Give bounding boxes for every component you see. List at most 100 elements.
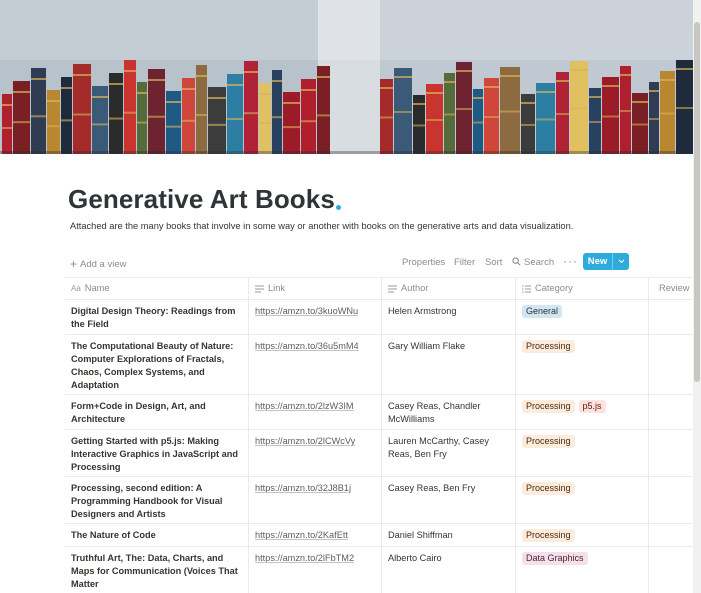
table-header-row: Aa Name Link Author Category Review bbox=[65, 277, 693, 300]
name-cell[interactable]: Form+Code in Design, Art, and Architectu… bbox=[65, 395, 249, 429]
column-header-name[interactable]: Aa Name bbox=[65, 278, 249, 299]
table-row[interactable]: Digital Design Theory: Readings from the… bbox=[65, 300, 693, 335]
spine-band bbox=[660, 79, 675, 81]
spine-band bbox=[301, 120, 316, 123]
spine-band bbox=[570, 69, 588, 71]
column-header-category[interactable]: Category bbox=[516, 278, 649, 299]
spine-band bbox=[413, 103, 425, 105]
column-header-link[interactable]: Link bbox=[249, 278, 382, 299]
amazon-link[interactable]: https://amzn.to/2KafEtt bbox=[255, 530, 348, 540]
spine-band bbox=[521, 124, 535, 126]
author-cell[interactable]: Gary William Flake bbox=[382, 335, 516, 394]
page-title-text: Generative Art Books bbox=[68, 184, 335, 214]
scrollbar[interactable] bbox=[693, 0, 701, 593]
amazon-link[interactable]: https://amzn.to/36u5mM4 bbox=[255, 341, 359, 351]
new-button-label: New bbox=[587, 256, 608, 267]
book-spine bbox=[272, 70, 282, 154]
author-cell[interactable]: Lauren McCarthy, Casey Reas, Ben Fry bbox=[382, 430, 516, 476]
name-cell[interactable]: Digital Design Theory: Readings from the… bbox=[65, 300, 249, 334]
search-button[interactable]: Search bbox=[512, 257, 554, 268]
book-spine bbox=[109, 73, 123, 154]
add-view-button[interactable]: + Add a view bbox=[70, 257, 127, 271]
name-cell[interactable]: Truthful Art, The: Data, Charts, and Map… bbox=[65, 547, 249, 593]
amazon-link[interactable]: https://amzn.to/3kuoWNu bbox=[255, 306, 358, 316]
author-cell[interactable]: Helen Armstrong bbox=[382, 300, 516, 334]
sort-button[interactable]: Sort bbox=[485, 257, 502, 268]
category-cell[interactable]: Processing p5.js bbox=[516, 395, 649, 429]
properties-button[interactable]: Properties bbox=[402, 257, 445, 268]
author-name: Alberto Cairo bbox=[388, 553, 442, 563]
name-cell[interactable]: Processing, second edition: A Programmin… bbox=[65, 477, 249, 523]
table-row[interactable]: Processing, second edition: A Programmin… bbox=[65, 477, 693, 524]
link-cell[interactable]: https://amzn.to/2lzW3IM bbox=[249, 395, 382, 429]
column-header-author[interactable]: Author bbox=[382, 278, 516, 299]
review-cell[interactable] bbox=[649, 395, 693, 429]
book-spine bbox=[2, 94, 12, 154]
category-cell[interactable]: Processing bbox=[516, 430, 649, 476]
title-property-icon: Aa bbox=[71, 284, 81, 293]
link-cell[interactable]: https://amzn.to/32J8B1j bbox=[249, 477, 382, 523]
link-cell[interactable]: https://amzn.to/2lFbTM2 bbox=[249, 547, 382, 593]
review-cell[interactable] bbox=[649, 430, 693, 476]
author-cell[interactable]: Casey Reas, Chandler McWilliams bbox=[382, 395, 516, 429]
author-cell[interactable]: Casey Reas, Ben Fry bbox=[382, 477, 516, 523]
spine-band bbox=[317, 76, 330, 78]
page-title[interactable]: Generative Art Books bbox=[68, 184, 341, 215]
category-cell[interactable]: General bbox=[516, 300, 649, 334]
review-cell[interactable] bbox=[649, 335, 693, 394]
spine-band bbox=[124, 111, 136, 114]
link-cell[interactable]: https://amzn.to/3kuoWNu bbox=[249, 300, 382, 334]
amazon-link[interactable]: https://amzn.to/2lCWcVy bbox=[255, 436, 355, 446]
spine-band bbox=[208, 97, 226, 99]
category-cell[interactable]: Processing bbox=[516, 477, 649, 523]
spine-band bbox=[456, 70, 472, 72]
spine-band bbox=[536, 91, 555, 93]
book-spine bbox=[73, 64, 91, 154]
link-cell[interactable]: https://amzn.to/2lCWcVy bbox=[249, 430, 382, 476]
author-cell[interactable]: Alberto Cairo bbox=[382, 547, 516, 593]
link-cell[interactable]: https://amzn.to/36u5mM4 bbox=[249, 335, 382, 394]
review-cell[interactable] bbox=[649, 300, 693, 334]
multi-select-property-icon bbox=[522, 285, 531, 292]
spine-band bbox=[73, 74, 91, 76]
new-dropdown-chevron-icon[interactable] bbox=[613, 259, 629, 264]
name-cell[interactable]: Getting Started with p5.js: Making Inter… bbox=[65, 430, 249, 476]
amazon-link[interactable]: https://amzn.to/2lzW3IM bbox=[255, 401, 354, 411]
table-row[interactable]: The Nature of Code https://amzn.to/2KafE… bbox=[65, 524, 693, 547]
spine-band bbox=[602, 85, 619, 87]
table-row[interactable]: Getting Started with p5.js: Making Inter… bbox=[65, 430, 693, 477]
book-title: Getting Started with p5.js: Making Inter… bbox=[71, 436, 238, 472]
review-cell[interactable] bbox=[649, 547, 693, 593]
table-row[interactable]: The Computational Beauty of Nature: Comp… bbox=[65, 335, 693, 395]
filter-button[interactable]: Filter bbox=[454, 257, 475, 268]
spine-band bbox=[47, 100, 60, 102]
spine-band bbox=[444, 81, 455, 83]
category-cell[interactable]: Data Graphics bbox=[516, 547, 649, 593]
spine-band bbox=[426, 119, 443, 121]
page-description[interactable]: Attached are the many books that involve… bbox=[70, 221, 573, 231]
book-spine bbox=[196, 65, 207, 154]
amazon-link[interactable]: https://amzn.to/32J8B1j bbox=[255, 483, 351, 493]
spine-band bbox=[124, 70, 136, 72]
table-row[interactable]: Form+Code in Design, Art, and Architectu… bbox=[65, 395, 693, 430]
review-cell[interactable] bbox=[649, 524, 693, 546]
link-cell[interactable]: https://amzn.to/2KafEtt bbox=[249, 524, 382, 546]
amazon-link[interactable]: https://amzn.to/2lFbTM2 bbox=[255, 553, 354, 563]
review-cell[interactable] bbox=[649, 477, 693, 523]
category-cell[interactable]: Processing bbox=[516, 524, 649, 546]
table-row[interactable]: Truthful Art, The: Data, Charts, and Map… bbox=[65, 547, 693, 593]
new-button[interactable]: New bbox=[583, 253, 629, 270]
author-cell[interactable]: Daniel Shiffman bbox=[382, 524, 516, 546]
spine-band bbox=[602, 115, 619, 118]
spine-band bbox=[620, 110, 631, 112]
column-header-review[interactable]: Review bbox=[649, 278, 693, 299]
category-tag: Processing bbox=[522, 435, 575, 448]
more-options-button[interactable]: ··· bbox=[563, 254, 578, 268]
category-cell[interactable]: Processing bbox=[516, 335, 649, 394]
name-cell[interactable]: The Nature of Code bbox=[65, 524, 249, 546]
name-cell[interactable]: The Computational Beauty of Nature: Comp… bbox=[65, 335, 249, 394]
spine-band bbox=[473, 121, 483, 124]
scrollbar-thumb[interactable] bbox=[694, 22, 700, 382]
category-tag: Processing bbox=[522, 529, 575, 542]
spine-band bbox=[283, 102, 300, 104]
